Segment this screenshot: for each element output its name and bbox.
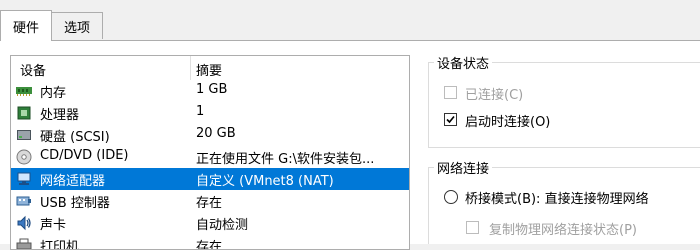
device-row-cd-dvd[interactable]: CD/DVD (IDE) 正在使用文件 G:\软件安装包...	[11, 146, 409, 168]
device-name: 内存	[40, 86, 67, 101]
device-summary: 自定义 (VMnet8 (NAT)	[196, 174, 334, 189]
device-row-memory[interactable]: 内存 1 GB	[11, 80, 409, 102]
column-header-device[interactable]: 设备	[20, 60, 46, 79]
device-row-usb-controller[interactable]: USB 控制器 存在	[11, 190, 409, 212]
network-adapter-icon	[16, 171, 32, 187]
device-row-sound-card[interactable]: 声卡 自动检测	[11, 212, 409, 234]
usb-icon	[16, 193, 32, 209]
device-row-network-adapter[interactable]: 网络适配器 自定义 (VMnet8 (NAT)	[11, 168, 409, 190]
hard-disk-icon	[16, 127, 32, 143]
device-status-title: 设备状态	[434, 53, 493, 72]
device-summary: 自动检测	[196, 218, 249, 233]
bridged-mode-label[interactable]: 桥接模式(B): 直接连接物理网络	[465, 188, 649, 207]
processor-icon	[16, 105, 32, 121]
device-name: USB 控制器	[40, 196, 110, 211]
device-summary: 20 GB	[196, 126, 236, 141]
connected-checkbox[interactable]	[444, 86, 457, 99]
device-summary: 存在	[196, 240, 223, 250]
column-header-summary[interactable]: 摘要	[196, 60, 222, 79]
network-connection-title: 网络连接	[434, 158, 493, 177]
group-border-bottom	[428, 147, 700, 148]
device-list[interactable]: 设备 摘要 内存 1 GB 处理器 1 硬盘 (SCSI) 20 GB CD/D…	[10, 55, 410, 250]
device-row-printer[interactable]: 打印机 存在	[11, 234, 409, 250]
sound-card-icon	[16, 215, 32, 231]
tab-hardware-label: 硬件	[12, 20, 39, 36]
group-border-left	[428, 167, 429, 244]
device-name: 硬盘 (SCSI)	[40, 130, 110, 145]
group-border-left	[428, 62, 429, 148]
device-summary: 1	[196, 104, 205, 119]
bridged-mode-radio[interactable]	[444, 190, 458, 204]
list-header: 设备 摘要	[11, 56, 409, 80]
device-name: 网络适配器	[40, 174, 106, 189]
cd-dvd-icon	[16, 149, 32, 165]
replicate-state-checkbox[interactable]	[466, 221, 479, 234]
connect-at-power-on-label[interactable]: 启动时连接(O)	[465, 111, 550, 130]
device-name: CD/DVD (IDE)	[40, 148, 129, 163]
device-row-processor[interactable]: 处理器 1	[11, 102, 409, 124]
device-name: 打印机	[40, 240, 80, 250]
checkmark-icon	[446, 115, 455, 124]
memory-icon	[16, 83, 32, 99]
device-name: 处理器	[40, 108, 80, 123]
replicate-state-label[interactable]: 复制物理网络连接状态(P)	[489, 219, 637, 238]
tab-options-label: 选项	[63, 20, 90, 36]
connect-at-power-on-checkbox[interactable]	[444, 113, 457, 126]
tab-options[interactable]: 选项	[51, 12, 103, 39]
device-row-hard-disk[interactable]: 硬盘 (SCSI) 20 GB	[11, 124, 409, 146]
device-summary: 1 GB	[196, 82, 228, 97]
device-name: 声卡	[40, 218, 67, 233]
device-summary: 正在使用文件 G:\软件安装包...	[196, 152, 375, 167]
column-separator[interactable]	[190, 56, 191, 80]
device-summary: 存在	[196, 196, 223, 211]
connected-label[interactable]: 已连接(C)	[465, 84, 523, 103]
tab-hardware[interactable]: 硬件	[0, 10, 52, 41]
tab-strip: 硬件 选项	[0, 0, 700, 41]
